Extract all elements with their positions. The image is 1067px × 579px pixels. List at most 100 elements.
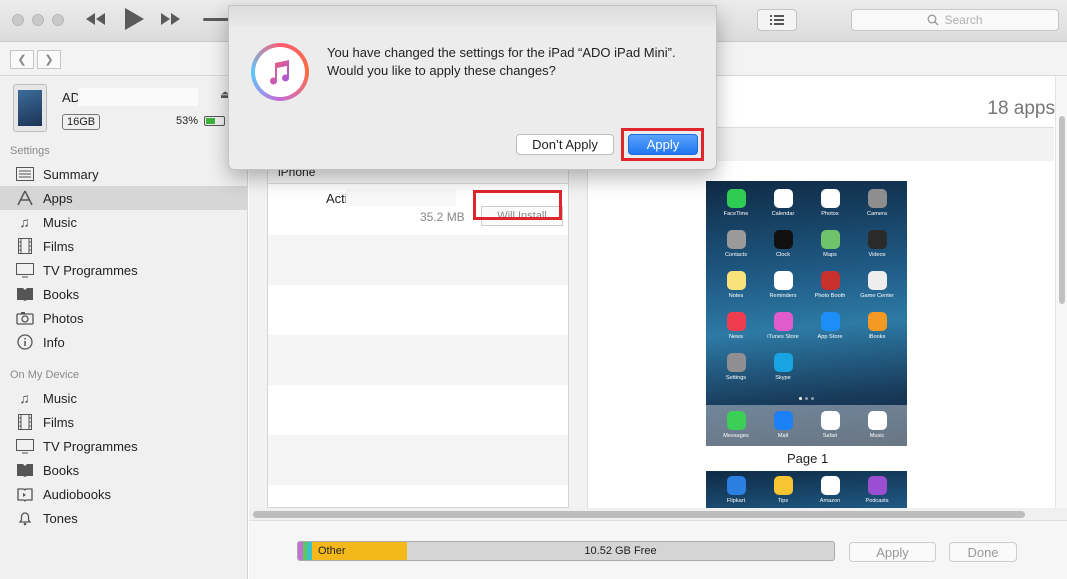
app-icon (773, 476, 793, 495)
home-screen-page-2[interactable]: Flipkart Tips Amazon Podcasts (706, 471, 907, 508)
app-label: Flipkart (726, 498, 746, 504)
itunes-icon (251, 43, 309, 101)
sidebar-item-photos[interactable]: Photos (0, 306, 248, 330)
home-app-mail[interactable]: Mail (760, 411, 806, 446)
home-app-tips[interactable]: Tips (760, 476, 806, 508)
home-app-flipkart[interactable]: Flipkart (713, 476, 759, 508)
sidebar-item-apps[interactable]: Apps (0, 186, 248, 210)
sidebar-item-label: Info (43, 334, 65, 350)
sidebar-item-books[interactable]: Books (0, 282, 248, 306)
close-window-button[interactable] (12, 14, 24, 26)
home-screen-panel: FaceTime Calendar Photos Camera Contacts Cloc… (588, 161, 1054, 508)
home-app-clock[interactable]: Clock (760, 230, 806, 267)
app-size: 35.2 MB (420, 210, 465, 224)
home-app-reminders[interactable]: Reminders (760, 271, 806, 308)
app-icon (726, 189, 746, 208)
home-screen-page-1[interactable]: FaceTime Calendar Photos Camera Contacts Cloc… (706, 181, 907, 446)
app-label: Mail (777, 433, 789, 439)
home-app-camera[interactable]: Camera (854, 189, 900, 226)
app-label: Clock (776, 252, 790, 258)
home-app-notes[interactable]: Notes (713, 271, 759, 308)
home-app-photos[interactable]: Photos (807, 189, 853, 226)
redaction-mask (346, 188, 456, 206)
device-item-tv-programmes[interactable]: TV Programmes (0, 434, 248, 458)
app-label: Tips (777, 498, 789, 504)
sidebar-item-summary[interactable]: Summary (0, 162, 248, 186)
apps-area: iPhone Acti 35.2 MB Will Install FaceTim… (249, 128, 1054, 508)
settings-heading: Settings (10, 145, 50, 157)
sidebar-item-info[interactable]: Info (0, 330, 248, 354)
home-app-calendar[interactable]: Calendar (760, 189, 806, 226)
home-app-itunes-store[interactable]: iTunes Store (760, 312, 806, 349)
home-app-app-store[interactable]: App Store (807, 312, 853, 349)
list-view-button[interactable] (757, 9, 797, 31)
home-app-news[interactable]: News (713, 312, 759, 349)
home-app-amazon[interactable]: Amazon (807, 476, 853, 508)
sidebar-item-label: TV Programmes (43, 438, 138, 454)
home-app-settings[interactable]: Settings (713, 353, 759, 390)
list-row-empty (268, 435, 568, 485)
home-app-facetime[interactable]: FaceTime (713, 189, 759, 226)
rewind-icon[interactable] (84, 8, 106, 33)
app-icon (867, 411, 887, 430)
app-icon (820, 189, 840, 208)
search-field[interactable]: Search (851, 9, 1059, 31)
home-app-game-center[interactable]: Game Center (854, 271, 900, 308)
sidebar-item-label: Photos (43, 310, 84, 326)
app-label: Game Center (860, 293, 894, 299)
volume-slider[interactable] (203, 18, 229, 21)
device-header[interactable]: AD ⏏ 16GB 53% (0, 76, 248, 142)
app-icon (726, 353, 746, 372)
play-icon[interactable] (122, 6, 146, 35)
home-app-photo-booth[interactable]: Photo Booth (807, 271, 853, 308)
app-icon (867, 189, 887, 208)
storage-free: 10.52 GB Free (584, 545, 657, 557)
app-label: Safari (822, 433, 838, 439)
horizontal-scrollbar[interactable] (249, 508, 1067, 520)
app-label: Photo Booth (814, 293, 846, 299)
device-item-music[interactable]: ♫ Music (0, 386, 248, 410)
device-item-audiobooks[interactable]: Audiobooks (0, 482, 248, 506)
sidebar-item-tv-programmes[interactable]: TV Programmes (0, 258, 248, 282)
redaction-mask (78, 88, 198, 106)
minimize-window-button[interactable] (32, 14, 44, 26)
apply-button[interactable]: Apply (849, 542, 936, 562)
home-app-messages[interactable]: Messages (713, 411, 759, 446)
fast-forward-icon[interactable] (160, 8, 182, 33)
search-placeholder: Search (944, 13, 983, 27)
sidebar-item-films[interactable]: Films (0, 234, 248, 258)
dont-apply-button[interactable]: Don’t Apply (516, 134, 614, 155)
forward-button[interactable]: ❯ (37, 50, 61, 69)
device-item-films[interactable]: Films (0, 410, 248, 434)
list-row-empty (268, 385, 568, 435)
app-label: Settings (725, 375, 747, 381)
done-button[interactable]: Done (949, 542, 1017, 562)
device-item-books[interactable]: Books (0, 458, 248, 482)
home-app-ibooks[interactable]: iBooks (854, 312, 900, 349)
home-app-safari[interactable]: Safari (807, 411, 853, 446)
home-app-podcasts[interactable]: Podcasts (854, 476, 900, 508)
vertical-scrollbar[interactable] (1055, 76, 1067, 508)
app-label: Camera (867, 211, 887, 217)
home-app-contacts[interactable]: Contacts (713, 230, 759, 267)
home-app-maps[interactable]: Maps (807, 230, 853, 267)
app-label: Skype (775, 375, 791, 381)
home-app-skype[interactable]: Skype (760, 353, 806, 390)
zoom-window-button[interactable] (52, 14, 64, 26)
app-icon (726, 271, 746, 290)
back-button[interactable]: ❮ (10, 50, 34, 69)
app-grid: FaceTime Calendar Photos Camera Contacts Cloc… (706, 189, 907, 390)
sidebar-item-label: Books (43, 462, 80, 478)
home-app-music[interactable]: Music (854, 411, 900, 446)
audiobook-icon (15, 486, 34, 502)
home-app-videos[interactable]: Videos (854, 230, 900, 267)
app-icon (820, 476, 840, 495)
tv-icon (15, 438, 34, 454)
device-item-tones[interactable]: Tones (0, 506, 248, 530)
app-icon (773, 271, 793, 290)
dock: Messages Mail Safari Music (706, 405, 907, 446)
apps-icon (15, 190, 34, 206)
book-icon (15, 286, 34, 302)
sidebar-item-label: Tones (43, 510, 78, 526)
sidebar-item-music[interactable]: ♫ Music (0, 210, 248, 234)
